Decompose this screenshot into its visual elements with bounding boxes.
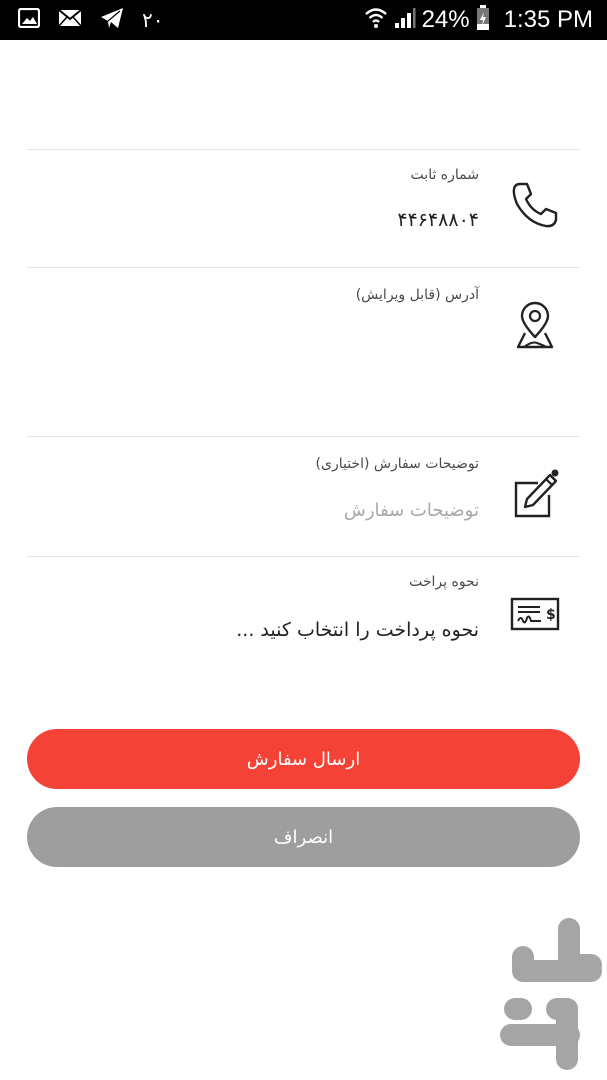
bazaar-logo-icon: [500, 918, 604, 1074]
edit-icon: [510, 469, 560, 523]
payment-select[interactable]: نحوه پرداخت را انتخاب کنید ...: [236, 619, 479, 641]
payment-label: نحوه پراخت: [409, 574, 479, 590]
submit-order-label: ارسال سفارش: [246, 748, 361, 770]
address-label: آدرس (قابل ویرایش): [355, 287, 479, 303]
wifi-icon: [364, 6, 388, 34]
signal-icon: [394, 7, 416, 33]
payment-row[interactable]: نحوه پراخت نحوه پرداخت را انتخاب کنید ..…: [27, 556, 580, 677]
mail-icon: [58, 9, 82, 31]
notification-count: ۲۰: [142, 8, 164, 32]
phone-row: شماره ثابت ۴۴۶۴۸۸۰۴: [27, 149, 580, 268]
battery-percent: 24%: [421, 6, 470, 33]
notes-row[interactable]: توضیحات سفارش (اختیاری) توضیحات سفارش: [27, 436, 580, 557]
notes-input[interactable]: توضیحات سفارش: [344, 500, 479, 521]
svg-text:$: $: [546, 607, 556, 623]
phone-icon: [510, 180, 560, 234]
battery-icon: [476, 5, 490, 35]
map-pin-icon: [510, 301, 560, 355]
cancel-label: انصراف: [273, 826, 334, 848]
phone-label: شماره ثابت: [410, 167, 479, 183]
clock: 1:35 PM: [503, 6, 593, 33]
telegram-icon: [100, 7, 124, 33]
submit-order-button[interactable]: ارسال سفارش: [27, 729, 580, 789]
phone-value: ۴۴۶۴۸۸۰۴: [397, 209, 479, 231]
gallery-icon: [17, 7, 41, 32]
cancel-button[interactable]: انصراف: [27, 807, 580, 867]
status-bar-notifications: ۲۰: [17, 7, 181, 33]
notes-label: توضیحات سفارش (اختیاری): [315, 456, 479, 472]
status-bar-system: 24% 1:35 PM: [358, 5, 593, 35]
status-bar: ۲۰ 24% 1:35 PM: [0, 0, 607, 40]
address-row[interactable]: آدرس (قابل ویرایش): [27, 267, 580, 437]
check-payment-icon: $: [510, 597, 560, 635]
